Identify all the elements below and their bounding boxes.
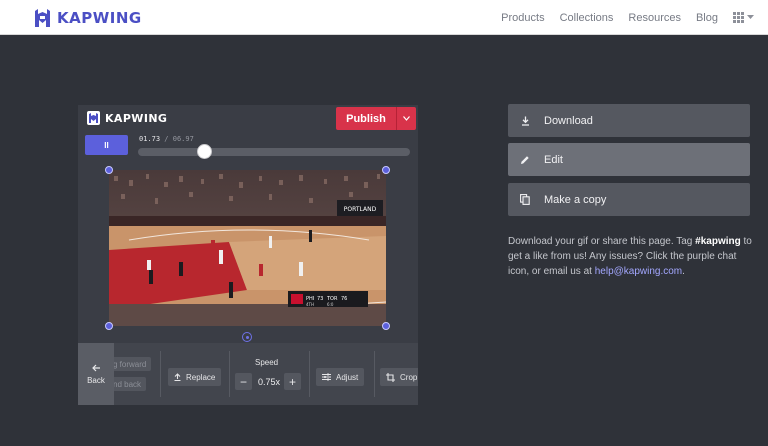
score-clock: 6:0 [327,302,334,307]
time-total: 06.97 [172,135,194,143]
make-a-copy-button[interactable]: Make a copy [508,183,750,216]
info-start: Download your gif or share this page. Ta… [508,236,696,247]
brand-name: KAPWING [57,9,142,27]
sliders-icon [322,373,331,381]
download-label: Download [544,114,593,127]
edit-button[interactable]: Edit [508,143,750,176]
info-end: . [682,266,685,277]
top-navbar: KAPWING Products Collections Resources B… [0,0,768,35]
video-preview[interactable]: PORTLAND PHI 73 TOR 76 4TH 6:0 [109,170,386,326]
adjust-label: Adjust [336,372,359,382]
editor-header: KAPWING Publish [78,105,418,131]
editor-brand-name: KAPWING [105,111,168,125]
rotate-dot-icon [245,335,249,339]
play-backward-label: nd back [113,379,142,389]
publish-dropdown-button[interactable] [396,107,416,130]
pause-button[interactable]: II [85,135,128,155]
play-forward-button[interactable]: g forward [108,357,152,371]
back-button[interactable]: Back [78,343,114,405]
nav-link-products[interactable]: Products [501,12,544,24]
toolbar-divider [374,351,375,397]
speed-label: Speed [255,358,279,367]
editor-toolbar: Back g forward nd back Replace Speed − 0… [78,343,418,405]
adjust-button[interactable]: Adjust [316,368,365,386]
toolbar-divider [160,351,161,397]
editor-brand: KAPWING [87,111,167,125]
gif-editor-panel: KAPWING Publish II 01.73 / 06.97 PORTLAN… [78,105,418,405]
nav-link-resources[interactable]: Resources [628,12,681,24]
plus-icon: + [288,374,296,389]
speed-increase-button[interactable]: + [284,373,301,390]
nav-link-collections[interactable]: Collections [560,12,614,24]
share-info-text: Download your gif or share this page. Ta… [508,234,756,279]
kapwing-logo-icon [35,8,50,27]
resize-handle-bottom-left[interactable] [105,322,113,330]
publish-button-group: Publish [336,107,416,130]
time-current: 01.73 [139,135,161,143]
time-separator: / [164,135,169,143]
basketball-game-frame: PORTLAND PHI 73 TOR 76 4TH 6:0 [109,170,386,326]
apps-menu-button[interactable] [733,12,754,23]
arrow-left-icon [91,364,100,371]
copy-label: Make a copy [544,193,607,206]
caret-down-icon [747,15,754,19]
score-period: 4TH [306,302,314,307]
edit-label: Edit [544,153,563,166]
scrubber-handle[interactable] [197,144,212,159]
play-forward-label: g forward [113,359,147,369]
resize-handle-bottom-right[interactable] [382,322,390,330]
chevron-down-icon [403,116,410,121]
scrubber-track[interactable] [138,148,410,156]
crop-icon [386,372,395,382]
email-link[interactable]: help@kapwing.com [595,266,682,277]
grid-icon [733,12,744,23]
download-button[interactable]: Download [508,104,750,137]
speed-value: 0.75x [258,377,281,387]
pencil-icon [520,154,530,166]
download-icon [520,115,530,127]
svg-text:PORTLAND: PORTLAND [344,206,377,213]
upload-icon [174,373,181,381]
toolbar-divider [229,351,230,397]
minus-icon: − [239,374,247,389]
kapwing-logo-icon [87,111,100,125]
nav-links: Products Collections Resources Blog [501,0,754,35]
resize-handle-top-right[interactable] [382,166,390,174]
pause-icon: II [104,140,109,150]
copy-icon [520,194,530,206]
crop-button[interactable]: Crop [380,368,418,386]
replace-button[interactable]: Replace [168,368,222,386]
score-b: 76 [341,296,347,302]
rotate-handle[interactable] [242,332,252,342]
resize-handle-top-left[interactable] [105,166,113,174]
crop-label: Crop [400,372,418,382]
speed-decrease-button[interactable]: − [235,373,252,390]
back-label: Back [87,375,105,385]
brand-logo-link[interactable]: KAPWING [34,8,142,28]
nav-link-blog[interactable]: Blog [696,12,718,24]
hashtag-link[interactable]: #kapwing [695,236,741,247]
score-a: 73 [317,296,323,302]
toolbar-divider [309,351,310,397]
publish-button[interactable]: Publish [336,107,396,130]
timecode: 01.73 / 06.97 [139,135,194,143]
replace-label: Replace [186,372,216,382]
